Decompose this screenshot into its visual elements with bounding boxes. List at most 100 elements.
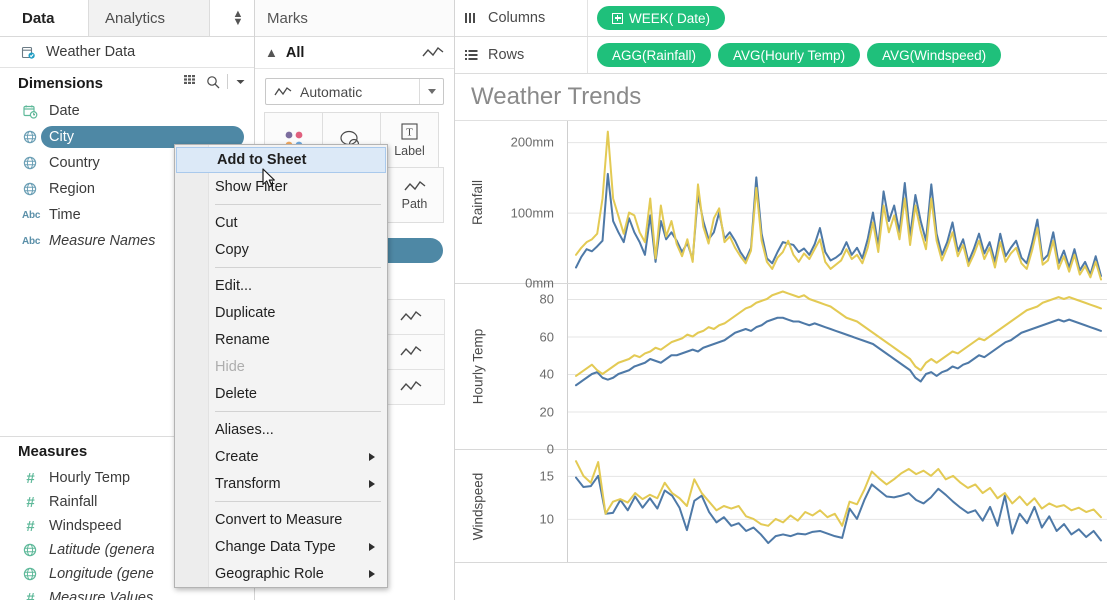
chevron-down-icon[interactable] <box>235 76 246 87</box>
menu-item-convert-to-measure[interactable]: Convert to Measure <box>175 506 387 533</box>
expand-plus-icon[interactable] <box>612 12 623 24</box>
globe-icon <box>22 181 39 198</box>
menu-item-cut[interactable]: Cut <box>175 209 387 236</box>
menu-item-copy[interactable]: Copy <box>175 236 387 263</box>
number-icon: # <box>26 589 35 600</box>
chevron-up-icon[interactable]: ▲ <box>265 45 278 60</box>
line-chart-icon <box>400 380 422 394</box>
globe-icon <box>22 566 39 583</box>
svg-text:T: T <box>406 127 413 139</box>
pill-avg-windspeed[interactable]: AVG(Windspeed) <box>867 43 1002 67</box>
tab-analytics[interactable]: Analytics <box>88 0 210 37</box>
axis-title-windspeed: Windspeed <box>470 472 486 540</box>
menu-item-label: Convert to Measure <box>215 511 343 528</box>
datasource-row[interactable]: Weather Data <box>0 37 254 68</box>
pill-week-date[interactable]: WEEK( Date) <box>597 6 726 30</box>
plot-area-windspeed <box>567 450 1107 562</box>
pill-avg-hourly-temp[interactable]: AVG(Hourly Temp) <box>718 43 861 67</box>
marks-button-label: Path <box>401 196 428 211</box>
axis-title-rainfall: Rainfall <box>470 179 486 225</box>
tab-data[interactable]: Data <box>8 0 69 37</box>
menu-item-geographic-role[interactable]: Geographic Role <box>175 560 387 587</box>
mark-type-label: Automatic <box>300 83 363 100</box>
chart-pane-windspeed[interactable]: Windspeed 15 10 <box>455 450 1107 563</box>
context-menu[interactable]: Add to Sheet Show Filter Cut Copy Edit... Dup… <box>174 144 388 588</box>
pill-agg-rainfall[interactable]: AGG(Rainfall) <box>597 43 712 67</box>
field-label: Rainfall <box>49 494 98 510</box>
series-line <box>575 290 1102 377</box>
mark-type-dropdown[interactable]: Automatic <box>265 78 444 105</box>
series-line <box>575 316 1102 387</box>
text-label-icon: T <box>400 122 419 141</box>
pane-resize-handle[interactable]: ▲ ▼ <box>232 9 244 28</box>
plot-area-rainfall <box>567 121 1107 283</box>
measures-title: Measures <box>18 443 88 460</box>
dimensions-header: Dimensions <box>0 68 254 98</box>
rows-shelf-label: Rows <box>455 37 588 73</box>
submenu-arrow-icon <box>369 542 375 551</box>
line-chart-icon <box>422 46 444 60</box>
menu-item-delete[interactable]: Delete <box>175 380 387 407</box>
marks-path-button[interactable]: Path <box>385 167 444 223</box>
menu-separator <box>215 267 381 268</box>
field-label: Date <box>49 103 80 119</box>
database-icon <box>20 44 37 61</box>
menu-item-change-data-type[interactable]: Change Data Type <box>175 533 387 560</box>
plot-area-hourly-temp <box>567 284 1107 449</box>
menu-item-rename[interactable]: Rename <box>175 326 387 353</box>
y-tick-label: 20 <box>539 404 554 419</box>
y-tick-label: 100mm <box>510 205 554 221</box>
chevron-down-icon[interactable] <box>419 79 443 104</box>
menu-item-show-filter[interactable]: Show Filter <box>175 173 387 200</box>
search-icon[interactable] <box>206 75 220 89</box>
mouse-cursor <box>262 168 278 195</box>
field-date[interactable]: Date <box>0 98 254 124</box>
chart-svg <box>568 130 1107 281</box>
rows-shelf[interactable]: Rows AGG(Rainfall) AVG(Hourly Temp) AVG(… <box>455 37 1107 74</box>
menu-item-add-to-sheet[interactable]: Add to Sheet <box>176 147 386 173</box>
menu-item-label: Aliases... <box>215 421 274 438</box>
datasource-label: Weather Data <box>46 44 136 60</box>
menu-item-label: Edit... <box>215 277 253 294</box>
date-icon <box>22 103 39 120</box>
menu-item-create[interactable]: Create <box>175 443 387 470</box>
chart-pane-hourly-temp[interactable]: Hourly Temp 80 60 40 20 0 <box>455 284 1107 457</box>
menu-item-duplicate[interactable]: Duplicate <box>175 299 387 326</box>
series-line <box>575 172 1102 277</box>
abc-icon: Abc <box>22 235 41 247</box>
field-measure-values[interactable]: # Measure Values <box>0 586 254 600</box>
number-icon: # <box>26 493 35 511</box>
columns-shelf-label: Columns <box>455 0 588 36</box>
axis-title-hourly-temp: Hourly Temp <box>470 328 486 405</box>
line-chart-icon <box>400 345 422 359</box>
context-menu-items: Add to Sheet Show Filter Cut Copy Edit... Dup… <box>175 147 387 587</box>
line-chart-icon <box>274 86 292 98</box>
toolbar-divider <box>227 74 228 89</box>
grid-view-icon[interactable] <box>184 75 199 88</box>
pill-label: AVG(Windspeed) <box>882 47 987 63</box>
columns-shelf[interactable]: Columns WEEK( Date) <box>455 0 1107 37</box>
menu-item-transform[interactable]: Transform <box>175 470 387 497</box>
field-label: City <box>49 129 74 145</box>
menu-item-edit[interactable]: Edit... <box>175 272 387 299</box>
menu-item-label: Transform <box>215 475 281 492</box>
submenu-arrow-icon <box>369 569 375 578</box>
field-label: Country <box>49 155 100 171</box>
submenu-arrow-icon <box>369 452 375 461</box>
marks-title: Marks <box>255 0 454 37</box>
rows-pills: AGG(Rainfall) AVG(Hourly Temp) AVG(Winds… <box>588 43 1002 67</box>
menu-item-label: Geographic Role <box>215 565 324 582</box>
rows-icon <box>464 48 479 62</box>
y-tick-label: 200mm <box>510 134 554 150</box>
marks-label-button[interactable]: T Label <box>380 112 439 168</box>
y-tick-label: 15 <box>539 468 554 484</box>
marks-button-label: Label <box>394 144 425 158</box>
columns-icon <box>464 11 479 25</box>
y-axis-ticks-hourly-temp: 80 60 40 20 0 <box>487 284 559 457</box>
chart-pane-rainfall[interactable]: Rainfall 200mm 100mm 0mm <box>455 121 1107 291</box>
pill-label: AGG(Rainfall) <box>612 47 697 63</box>
menu-item-aliases[interactable]: Aliases... <box>175 416 387 443</box>
line-chart-icon <box>403 180 426 194</box>
y-tick-label: 80 <box>539 291 554 307</box>
marks-all-row[interactable]: ▲ All <box>255 37 454 69</box>
